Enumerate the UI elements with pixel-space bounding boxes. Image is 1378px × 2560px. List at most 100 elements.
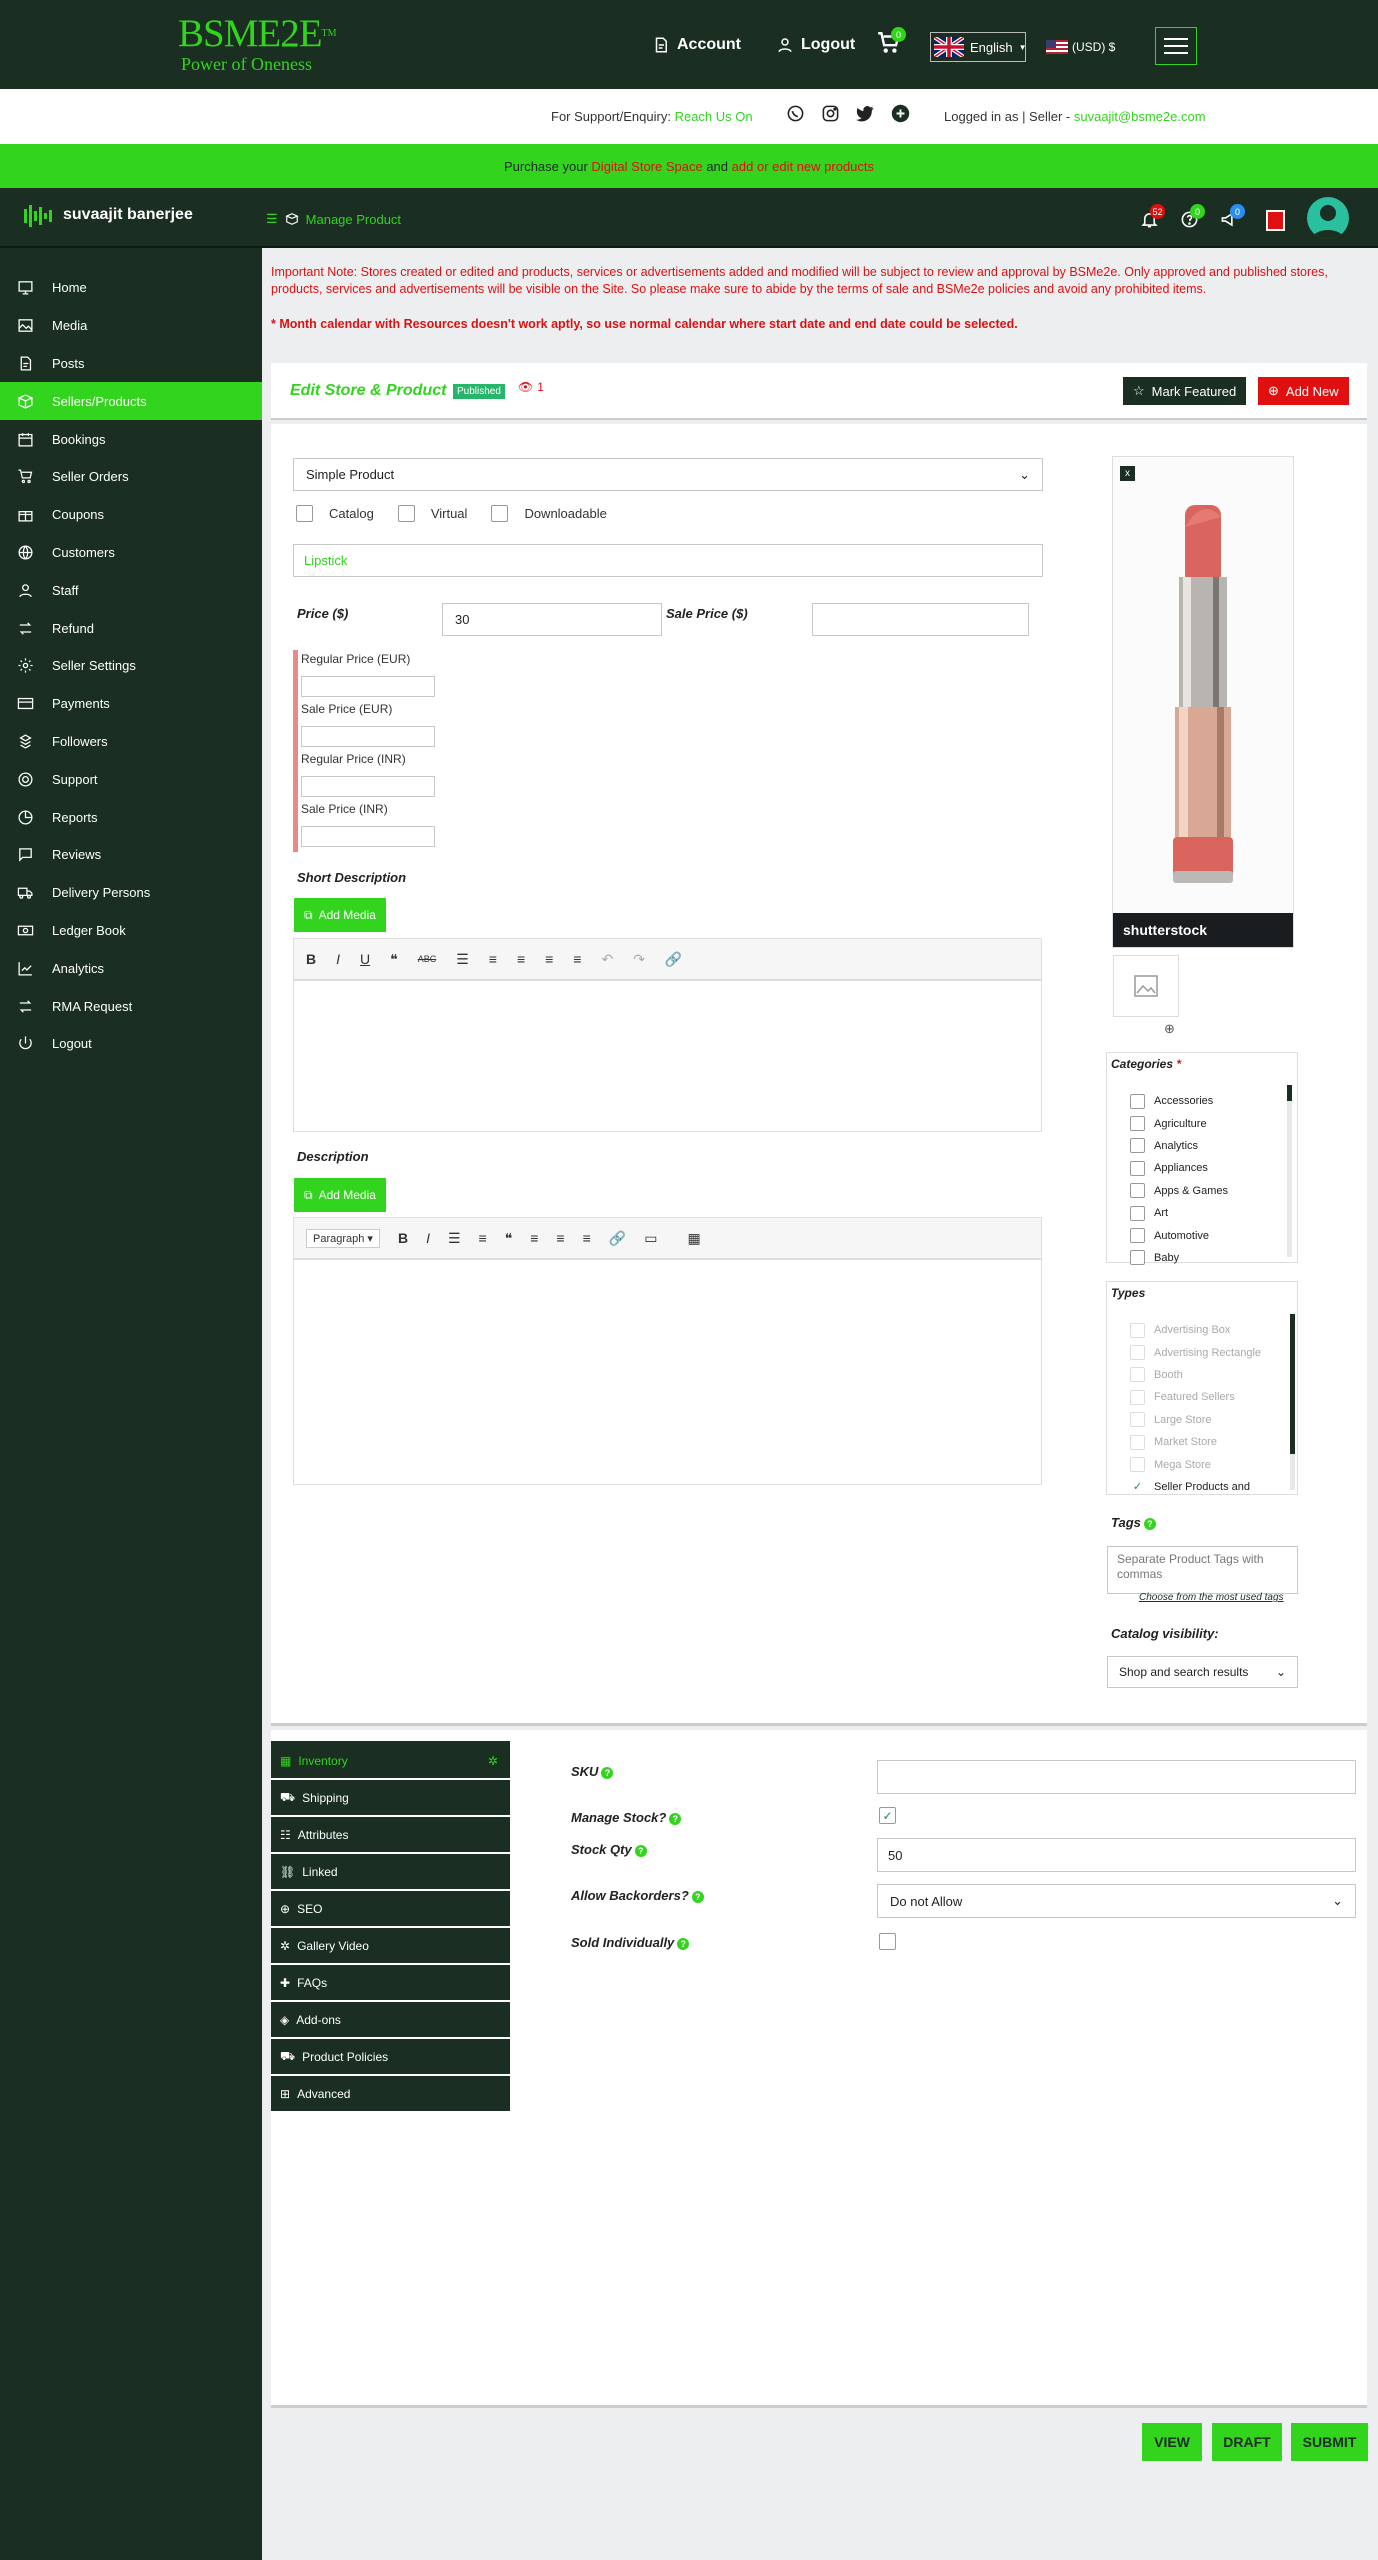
add-edit-products-link[interactable]: add or edit new products [732, 159, 874, 174]
product-image[interactable]: shutterstock x [1112, 456, 1294, 948]
sidebar-item-seller-settings[interactable]: Seller Settings [0, 647, 262, 685]
sidebar-item-reports[interactable]: Reports [0, 798, 262, 836]
choose-tags-link[interactable]: Choose from the most used tags [1139, 1592, 1284, 1603]
site-logo[interactable]: BSME2ETM [178, 14, 337, 54]
language-selector[interactable]: English ▼ [930, 32, 1027, 62]
list-item[interactable]: Appliances [1130, 1157, 1228, 1179]
paragraph-select[interactable]: Paragraph ▾ [306, 1228, 380, 1248]
sidebar-item-followers[interactable]: Followers [0, 723, 262, 761]
list-item-checkbox[interactable] [1130, 1138, 1145, 1154]
catalog-checkbox[interactable] [296, 505, 313, 522]
tab-seo[interactable]: ⊕ SEO [271, 1891, 510, 1928]
sidebar-item-refund[interactable]: Refund [0, 609, 262, 647]
list-item[interactable]: Advertising Rectangle [1130, 1341, 1261, 1363]
breadcrumb[interactable]: ☰ Manage Product [266, 211, 401, 227]
list-item-checkbox[interactable] [1130, 1345, 1145, 1361]
list-item[interactable]: Mega Store [1130, 1453, 1261, 1475]
currency-selector[interactable]: (USD) $ [1046, 40, 1115, 54]
help-button[interactable]: 0 [1180, 204, 1205, 232]
catalog-visibility-select[interactable]: Shop and search results ⌄ [1107, 1656, 1298, 1688]
product-type-select[interactable]: Simple Product ⌄ [293, 458, 1043, 491]
list-item[interactable]: Apps & Games [1130, 1180, 1228, 1202]
strikethrough-icon[interactable]: ABC [418, 954, 437, 964]
list-item-checkbox[interactable] [1130, 1205, 1145, 1221]
bullet-list-icon[interactable]: ☰ [448, 1230, 461, 1247]
sidebar-item-staff[interactable]: Staff [0, 571, 262, 609]
list-item[interactable]: Analytics [1130, 1135, 1228, 1157]
regular-eur-input[interactable] [301, 676, 435, 697]
add-new-button[interactable]: ⊕ Add New [1258, 377, 1349, 405]
italic-icon[interactable]: I [336, 951, 340, 967]
sidebar-item-analytics[interactable]: Analytics [0, 949, 262, 987]
sidebar-item-media[interactable]: Media [0, 307, 262, 345]
regular-inr-input[interactable] [301, 776, 435, 797]
sidebar-item-seller-orders[interactable]: Seller Orders [0, 458, 262, 496]
toolbar-toggle-icon[interactable]: ▦ [687, 1230, 700, 1247]
align-center-icon[interactable]: ≡ [545, 951, 553, 967]
list-item[interactable]: Accessories [1130, 1090, 1228, 1112]
sidebar-item-reviews[interactable]: Reviews [0, 836, 262, 874]
list-item-checkbox[interactable] [1130, 1412, 1145, 1428]
list-item-checkbox[interactable] [1130, 1367, 1145, 1383]
link-icon[interactable]: 🔗 [609, 1230, 626, 1247]
sidebar-item-customers[interactable]: Customers [0, 534, 262, 572]
read-more-icon[interactable]: ▭ [644, 1230, 657, 1247]
sku-input[interactable] [877, 1760, 1356, 1794]
align-right-icon[interactable]: ≡ [583, 1230, 591, 1246]
stock-qty-input[interactable]: 50 [877, 1838, 1356, 1872]
product-title-input[interactable]: Lipstick [293, 544, 1043, 577]
underline-icon[interactable]: U [360, 951, 370, 967]
add-gallery-icon[interactable]: ⊕ [1164, 1021, 1175, 1037]
list-item[interactable]: Booth [1130, 1364, 1261, 1386]
tab-advanced[interactable]: ⊞ Advanced [271, 2076, 510, 2113]
hamburger-menu-button[interactable] [1155, 27, 1197, 65]
bullet-list-icon[interactable]: ☰ [456, 951, 469, 968]
list-item[interactable]: Art [1130, 1202, 1228, 1224]
sidebar-item-bookings[interactable]: Bookings [0, 420, 262, 458]
whatsapp-icon[interactable] [786, 104, 805, 123]
menu-toggle-icon[interactable]: ☰ [266, 211, 278, 227]
list-item[interactable]: Advertising Box [1130, 1319, 1261, 1341]
sold-individually-checkbox[interactable] [879, 1933, 896, 1950]
gallery-image-placeholder[interactable] [1113, 955, 1179, 1017]
bold-icon[interactable]: B [398, 1230, 408, 1246]
list-item-checkbox[interactable] [1130, 1093, 1145, 1109]
list-item[interactable]: Large Store [1130, 1409, 1261, 1431]
list-item[interactable]: Market Store [1130, 1431, 1261, 1453]
tab-faqs[interactable]: ✚ FAQs [271, 1965, 510, 2002]
instagram-icon[interactable] [821, 104, 840, 123]
list-item-checkbox[interactable]: ✓ [1130, 1479, 1145, 1495]
remove-image-button[interactable]: x [1120, 466, 1135, 481]
description-editor[interactable] [293, 1259, 1042, 1485]
sale-inr-input[interactable] [301, 826, 435, 847]
store-icon[interactable] [1266, 210, 1285, 231]
list-item-checkbox[interactable] [1130, 1322, 1145, 1338]
sidebar-item-support[interactable]: Support [0, 760, 262, 798]
sidebar-item-payments[interactable]: Payments [0, 685, 262, 723]
list-item[interactable]: Automotive [1130, 1224, 1228, 1246]
sidebar-item-coupons[interactable]: Coupons [0, 496, 262, 534]
sale-price-input[interactable] [812, 603, 1029, 636]
draft-button[interactable]: DRAFT [1212, 2423, 1282, 2461]
categories-scrollbar[interactable] [1287, 1085, 1292, 1257]
link-icon[interactable]: 🔗 [665, 951, 682, 968]
italic-icon[interactable]: I [426, 1230, 430, 1246]
list-item-checkbox[interactable] [1130, 1160, 1145, 1176]
sidebar-item-delivery-persons[interactable]: Delivery Persons [0, 874, 262, 912]
sale-eur-input[interactable] [301, 726, 435, 747]
downloadable-checkbox[interactable] [491, 505, 509, 522]
align-left-icon[interactable]: ≡ [517, 951, 525, 967]
list-item-checkbox[interactable] [1130, 1434, 1145, 1450]
tags-input[interactable]: Separate Product Tags with commas [1107, 1546, 1298, 1594]
list-item[interactable]: ✓ Seller Products and [1130, 1476, 1261, 1498]
price-input[interactable]: 30 [442, 603, 662, 636]
list-item-checkbox[interactable] [1130, 1228, 1145, 1244]
view-button[interactable]: VIEW [1142, 2423, 1202, 2461]
undo-icon[interactable]: ↶ [601, 951, 613, 968]
add-media-button-desc[interactable]: ⧉ Add Media [294, 1178, 386, 1212]
account-link[interactable]: Account [652, 36, 741, 54]
tab-inventory[interactable]: ▦ Inventory ✲ [271, 1743, 510, 1780]
submit-button[interactable]: SUBMIT [1291, 2423, 1368, 2461]
list-item-checkbox[interactable] [1130, 1250, 1145, 1266]
logout-link[interactable]: Logout [776, 36, 855, 54]
